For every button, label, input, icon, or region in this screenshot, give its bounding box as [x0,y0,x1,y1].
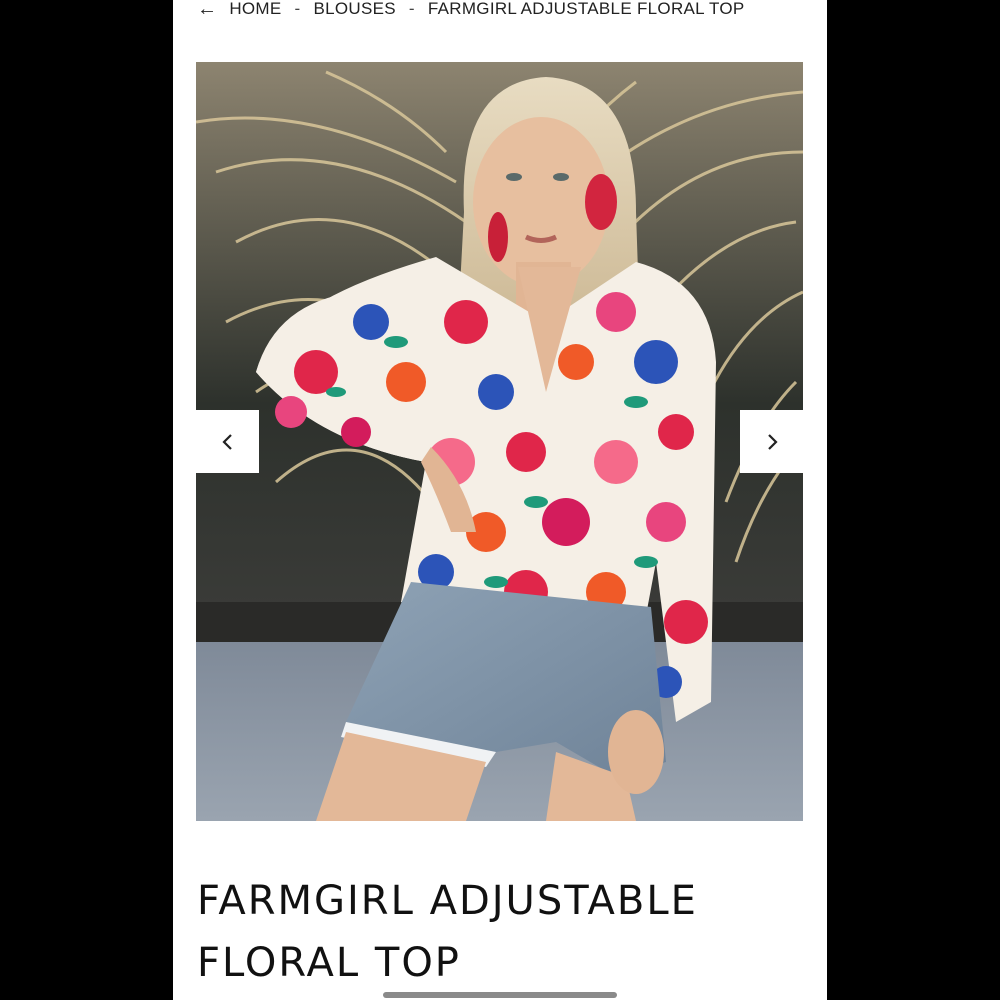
product-image[interactable] [196,62,803,821]
breadcrumb-separator: - [408,0,415,18]
chevron-left-icon [221,433,232,450]
product-page: ← HOME - BLOUSES - FARMGIRL ADJUSTABLE F… [173,0,827,1000]
gallery-next-button[interactable] [740,410,803,473]
breadcrumb-current: FARMGIRL ADJUSTABLE FLORAL TOP [427,0,745,18]
product-title: FARMGIRL ADJUSTABLE FLORAL TOP [197,870,807,994]
product-title-line1: FARMGIRL ADJUSTABLE [197,878,698,924]
gallery-prev-button[interactable] [196,410,259,473]
breadcrumb-blouses[interactable]: BLOUSES [313,0,395,19]
product-title-line2: FLORAL TOP [197,940,461,986]
breadcrumb-home[interactable]: HOME [229,0,281,19]
product-photo [196,62,803,821]
screen: ← HOME - BLOUSES - FARMGIRL ADJUSTABLE F… [0,0,1000,1000]
chevron-right-icon [767,433,778,450]
breadcrumb: ← HOME - BLOUSES - FARMGIRL ADJUSTABLE F… [197,0,745,21]
home-indicator[interactable] [383,992,617,998]
breadcrumb-separator: - [294,0,301,18]
arrow-left-icon[interactable]: ← [197,0,217,21]
